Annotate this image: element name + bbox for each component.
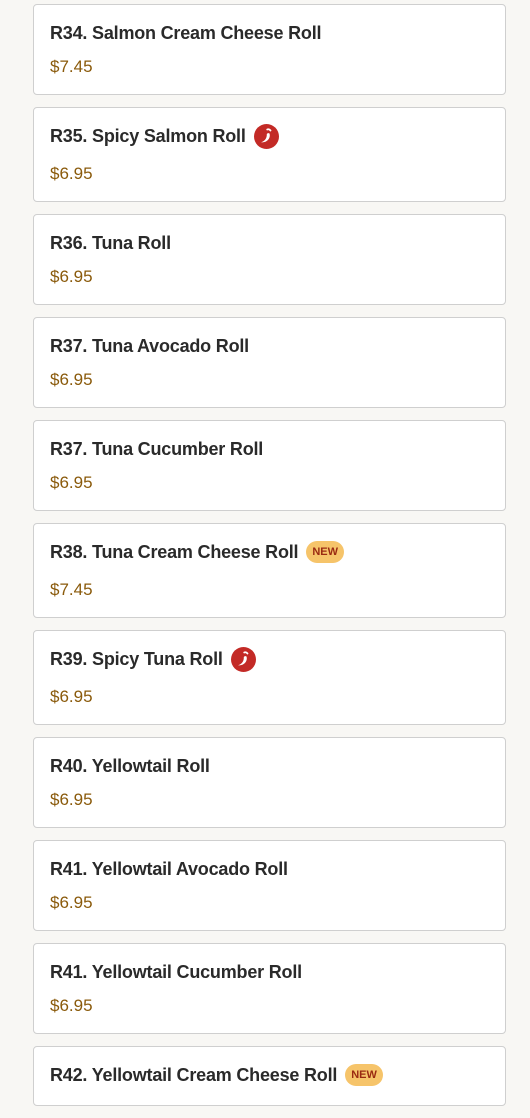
menu-item-r38[interactable]: R38. Tuna Cream Cheese Roll NEW $7.45: [33, 523, 506, 618]
menu-item-r39[interactable]: R39. Spicy Tuna Roll $6.95: [33, 630, 506, 725]
item-price: $6.95: [50, 996, 93, 1015]
new-badge: NEW: [345, 1064, 383, 1086]
item-price: $7.45: [50, 57, 93, 76]
item-price: $7.45: [50, 580, 93, 599]
item-title-row: R40. Yellowtail Roll: [50, 754, 489, 778]
item-title-row: R36. Tuna Roll: [50, 231, 489, 255]
item-name: R41. Yellowtail Avocado Roll: [50, 858, 288, 879]
menu-item-list: R34. Salmon Cream Cheese Roll $7.45 R35.…: [33, 4, 506, 1118]
item-name: R34. Salmon Cream Cheese Roll: [50, 22, 322, 43]
item-title-row: R41. Yellowtail Cucumber Roll: [50, 960, 489, 984]
item-price: $6.95: [50, 473, 93, 492]
menu-item-r34[interactable]: R34. Salmon Cream Cheese Roll $7.45: [33, 4, 506, 95]
item-price: $6.95: [50, 164, 93, 183]
item-title-row: R38. Tuna Cream Cheese Roll NEW: [50, 539, 489, 565]
item-name: R42. Yellowtail Cream Cheese Roll: [50, 1064, 338, 1085]
menu-item-r40[interactable]: R40. Yellowtail Roll $6.95: [33, 737, 506, 828]
item-price: $6.95: [50, 370, 93, 389]
item-name: R40. Yellowtail Roll: [50, 755, 210, 776]
item-title-row: R37. Tuna Cucumber Roll: [50, 437, 489, 461]
new-badge: NEW: [306, 541, 345, 563]
menu-item-r35[interactable]: R35. Spicy Salmon Roll $6.95: [33, 107, 506, 202]
item-name: R37. Tuna Cucumber Roll: [50, 438, 264, 459]
item-name: R37. Tuna Avocado Roll: [50, 335, 249, 356]
item-name: R35. Spicy Salmon Roll: [50, 125, 246, 146]
chili-pepper-icon: [230, 646, 256, 672]
chili-pepper-icon: [253, 123, 279, 149]
menu-item-r36[interactable]: R36. Tuna Roll $6.95: [33, 214, 506, 305]
item-price: $6.95: [50, 687, 93, 706]
item-price: $6.95: [50, 893, 93, 912]
item-price: $6.95: [50, 267, 93, 286]
menu-item-r41-cucumber[interactable]: R41. Yellowtail Cucumber Roll $6.95: [33, 943, 506, 1034]
menu-item-r37-cucumber[interactable]: R37. Tuna Cucumber Roll $6.95: [33, 420, 506, 511]
item-title-row: R42. Yellowtail Cream Cheese Roll NEW: [50, 1063, 489, 1087]
item-name: R39. Spicy Tuna Roll: [50, 648, 223, 669]
item-title-row: R35. Spicy Salmon Roll: [50, 123, 489, 149]
item-price: $6.95: [50, 790, 93, 809]
item-title-row: R37. Tuna Avocado Roll: [50, 334, 489, 358]
item-name: R38. Tuna Cream Cheese Roll: [50, 541, 299, 562]
menu-item-r41-avocado[interactable]: R41. Yellowtail Avocado Roll $6.95: [33, 840, 506, 931]
item-title-row: R41. Yellowtail Avocado Roll: [50, 857, 489, 881]
menu-item-r42[interactable]: R42. Yellowtail Cream Cheese Roll NEW: [33, 1046, 506, 1106]
menu-item-r37-avocado[interactable]: R37. Tuna Avocado Roll $6.95: [33, 317, 506, 408]
item-title-row: R34. Salmon Cream Cheese Roll: [50, 21, 489, 45]
item-title-row: R39. Spicy Tuna Roll: [50, 646, 489, 672]
item-name: R36. Tuna Roll: [50, 232, 171, 253]
item-name: R41. Yellowtail Cucumber Roll: [50, 961, 302, 982]
